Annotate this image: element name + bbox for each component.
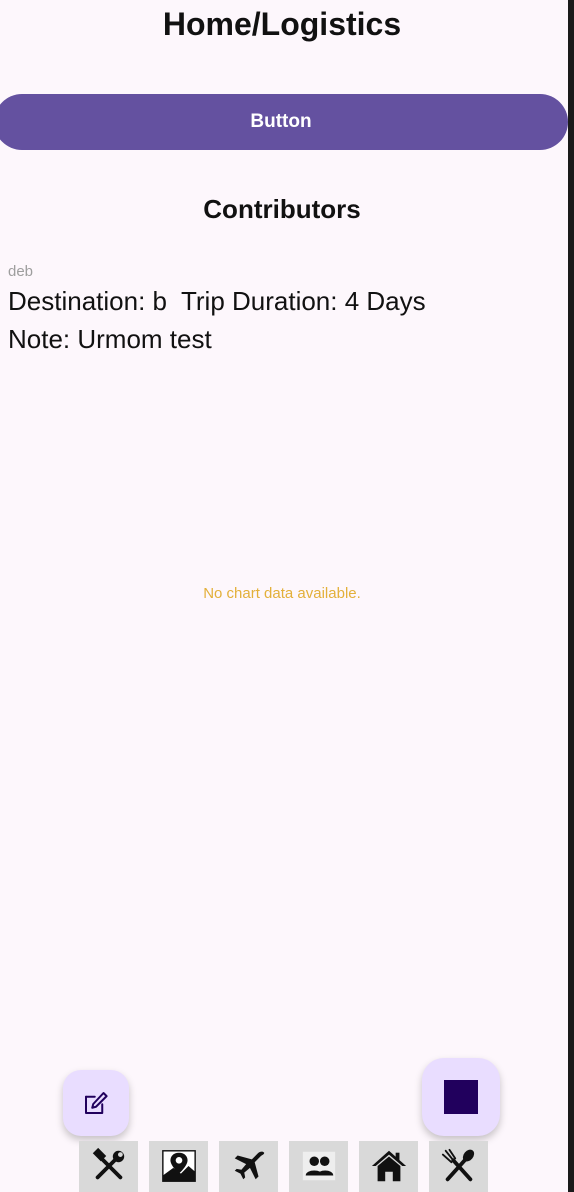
primary-button[interactable]: Button [0, 94, 568, 150]
bottom-nav [79, 1141, 488, 1192]
stop-icon [444, 1080, 478, 1114]
contributor-entry: deb Destination: b Trip Duration: 4 Days… [8, 262, 558, 358]
note-text: Note: Urmom test [8, 324, 212, 354]
fork-spoon-icon [441, 1148, 474, 1182]
contributor-author: deb [8, 263, 34, 280]
nav-item-food[interactable] [429, 1141, 488, 1192]
map-pin-icon [161, 1150, 196, 1182]
tools-icon [92, 1147, 124, 1180]
nav-item-flights[interactable] [219, 1141, 278, 1192]
edit-icon [85, 1092, 108, 1114]
edit-fab-button[interactable] [63, 1070, 129, 1136]
nav-item-home[interactable] [359, 1141, 418, 1192]
app-screen: Home/Logistics Button Contributors deb D… [0, 0, 574, 1192]
house-icon [371, 1150, 406, 1182]
nav-item-people[interactable] [289, 1141, 348, 1192]
airplane-icon [234, 1151, 264, 1180]
chart-empty-message: No chart data available. [203, 585, 361, 602]
nav-item-map[interactable] [149, 1141, 208, 1192]
contributors-heading: Contributors [203, 194, 361, 224]
stop-fab-button[interactable] [422, 1058, 500, 1136]
people-icon [302, 1151, 335, 1181]
nav-item-tools[interactable] [79, 1141, 138, 1192]
destination-duration-text: Destination: b Trip Duration: 4 Days [8, 286, 426, 316]
page-title: Home/Logistics [162, 6, 402, 42]
screen-edge [568, 0, 574, 1192]
